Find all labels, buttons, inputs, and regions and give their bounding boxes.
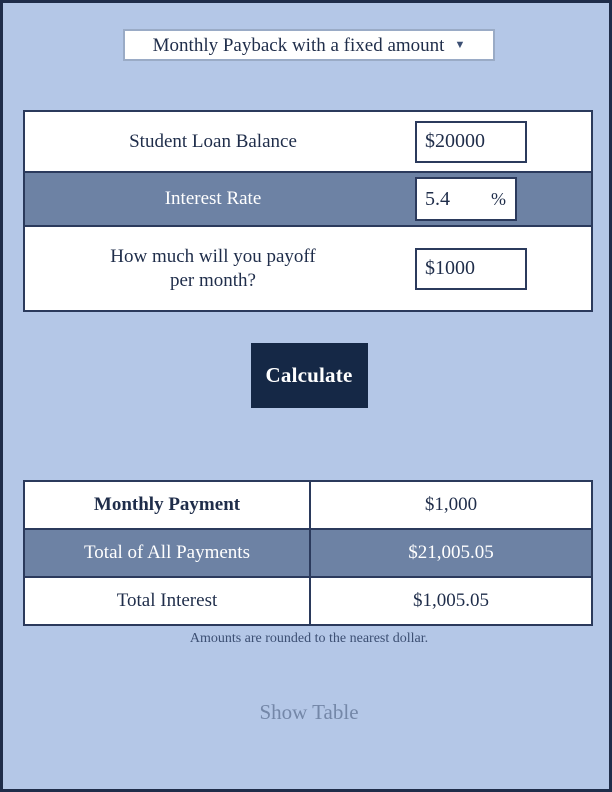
interest-rate-input-group: % — [415, 177, 517, 221]
show-table-link[interactable]: Show Table — [3, 700, 612, 725]
loan-balance-field-wrap — [415, 120, 591, 163]
loan-input-panel: Student Loan Balance Interest Rate % How… — [23, 110, 593, 312]
total-interest-value: $1,005.05 — [413, 590, 489, 611]
results-table: Monthly Payment $1,000 Total of All Paym… — [23, 480, 593, 626]
form-row-loan-balance: Student Loan Balance — [25, 112, 591, 171]
monthly-payment-label: Monthly Payment — [25, 482, 311, 528]
chevron-down-icon: ▼ — [454, 38, 466, 51]
table-row: Total of All Payments $21,005.05 — [25, 528, 591, 578]
total-payments-label: Total of All Payments — [25, 530, 311, 576]
monthly-payoff-input[interactable] — [415, 247, 527, 290]
monthly-payment-value: $1,000 — [424, 494, 478, 515]
loan-balance-input[interactable] — [415, 120, 527, 163]
monthly-payoff-label-line2: per month? — [169, 269, 256, 291]
calculator-frame: Monthly Payback with a fixed amount ▼ St… — [0, 0, 612, 792]
table-row: Total Interest $1,005.05 — [25, 578, 591, 624]
monthly-payoff-field-wrap — [415, 247, 591, 290]
table-row: Monthly Payment $1,000 — [25, 482, 591, 528]
total-interest-label: Total Interest — [25, 578, 311, 624]
payback-mode-select-value: Monthly Payback with a fixed amount — [152, 34, 445, 56]
interest-rate-input[interactable] — [417, 179, 473, 219]
monthly-payoff-label-line1: How much will you payoff — [110, 245, 316, 267]
percent-symbol: % — [491, 188, 506, 209]
form-row-monthly-payoff: How much will you payoff per month? — [25, 227, 591, 310]
interest-rate-field-wrap: % — [415, 177, 591, 221]
rounding-footnote: Amounts are rounded to the nearest dolla… — [189, 631, 429, 646]
loan-balance-label: Student Loan Balance — [129, 130, 297, 152]
mode-select-row: Monthly Payback with a fixed amount ▼ — [3, 29, 612, 61]
monthly-payoff-label: How much will you payoff per month? — [25, 245, 415, 293]
calculate-button[interactable]: Calculate — [250, 343, 368, 408]
calculate-button-wrap: Calculate — [3, 343, 612, 408]
total-payments-value: $21,005.05 — [408, 542, 494, 563]
interest-rate-label: Interest Rate — [164, 188, 262, 210]
form-row-interest-rate: Interest Rate % — [25, 171, 591, 227]
payback-mode-select[interactable]: Monthly Payback with a fixed amount ▼ — [123, 29, 495, 61]
